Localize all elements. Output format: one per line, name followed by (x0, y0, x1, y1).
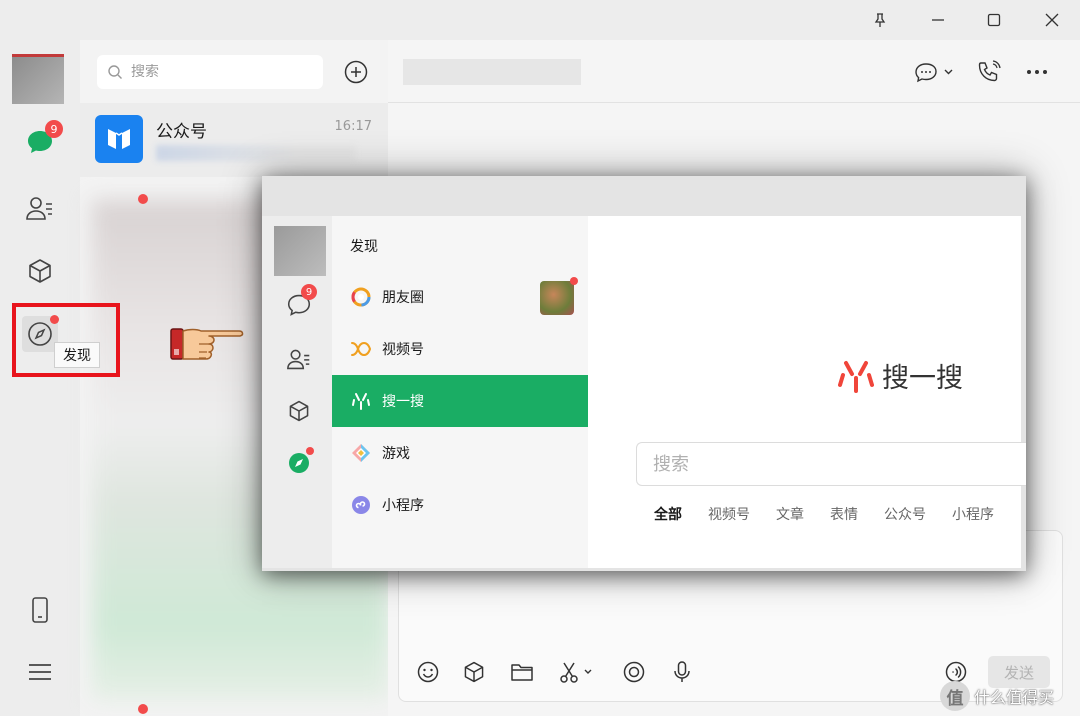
tab-articles: 文章 (776, 507, 804, 523)
search-box[interactable] (97, 55, 323, 89)
search-search-logo: 搜一搜 (838, 356, 963, 395)
unread-badge: 9 (301, 284, 317, 300)
minimize-icon[interactable] (920, 6, 956, 34)
folder-icon[interactable] (509, 659, 535, 685)
title-bar (0, 0, 1080, 40)
menu-item-search: 搜一搜 (332, 375, 588, 427)
discover-menu: 发现 朋友圈 视频号 搜一搜 游戏 小程序 (332, 216, 588, 568)
microphone-icon[interactable] (669, 659, 695, 685)
live-icon[interactable] (621, 659, 647, 685)
menu-item-label: 朋友圈 (382, 290, 424, 306)
menu-item-moments: 朋友圈 (332, 271, 588, 323)
discover-tooltip: 发现 (54, 342, 100, 368)
inset-left-rail: 9 (262, 216, 332, 568)
message-options-button[interactable] (910, 58, 958, 86)
chats-icon[interactable]: 9 (22, 120, 63, 160)
tab-stickers: 表情 (830, 507, 858, 523)
more-icon (1027, 70, 1047, 74)
moments-thumbnail (540, 281, 574, 315)
menu-item-games: 游戏 (332, 427, 588, 479)
more-button[interactable] (1024, 58, 1050, 86)
plus-icon (344, 60, 368, 84)
menu-item-label: 游戏 (382, 446, 410, 462)
games-icon (350, 442, 372, 464)
left-rail: 9 (0, 40, 80, 716)
menu-item-label: 搜一搜 (382, 394, 424, 410)
search-search-pane: 搜一搜 全部 视频号 文章 表情 公众号 小程序 (588, 216, 1026, 568)
menu-item-channels: 视频号 (332, 323, 588, 375)
chats-icon: 9 (284, 284, 317, 320)
chat-header (388, 40, 1080, 103)
chat-title-placeholder (403, 59, 581, 85)
maximize-icon[interactable] (976, 6, 1012, 34)
search-search-icon (838, 360, 874, 393)
discover-title: 发现 (350, 239, 378, 255)
phone-call-icon (978, 60, 1001, 82)
watermark: 值 什么值得买 (940, 681, 1054, 711)
contacts-icon[interactable] (22, 190, 58, 226)
search-category-tabs: 全部 视频号 文章 表情 公众号 小程序 (654, 504, 1020, 524)
favorites-icon[interactable] (461, 659, 487, 685)
unread-dot (138, 194, 148, 204)
close-icon[interactable] (1034, 6, 1070, 34)
search-input[interactable] (131, 64, 301, 80)
search-search-title: 搜一搜 (882, 363, 963, 394)
moments-icon (350, 286, 372, 308)
watermark-logo: 值 (940, 681, 970, 711)
discover-icon (284, 447, 314, 478)
chat-name: 公众号 (156, 122, 207, 142)
call-button[interactable] (974, 58, 1004, 86)
mini-program-icon (350, 494, 372, 516)
official-accounts-icon (95, 115, 143, 163)
menu-item-mini-programs: 小程序 (332, 479, 588, 531)
search-search-icon (350, 390, 372, 412)
menu-icon[interactable] (22, 654, 58, 690)
chat-row-official-accounts[interactable]: 公众号 16:17 (80, 103, 388, 177)
channels-icon (350, 338, 372, 360)
menu-item-label: 视频号 (382, 342, 424, 358)
avatar[interactable] (12, 54, 64, 104)
contacts-icon (284, 344, 314, 374)
tab-channels: 视频号 (708, 507, 750, 523)
pointing-hand-icon (169, 322, 247, 368)
screenshot-icon[interactable] (555, 659, 599, 685)
moments-dot (570, 277, 578, 285)
menu-item-label: 小程序 (382, 498, 424, 514)
chat-bubble-icon (915, 63, 953, 83)
inset-screenshot: 9 发现 朋友圈 视频号 搜一搜 游戏 小程序 搜一搜 搜索 全部 视频号 文章… (262, 176, 1026, 571)
favorites-icon[interactable] (22, 253, 58, 289)
emoji-icon[interactable] (415, 659, 441, 685)
avatar (274, 226, 326, 276)
favorites-icon (284, 396, 314, 426)
discover-dot (306, 447, 314, 455)
phone-icon[interactable] (22, 592, 58, 628)
search-search-input (636, 442, 1026, 486)
add-button[interactable] (342, 58, 370, 86)
tab-all: 全部 (654, 507, 682, 523)
chat-time: 16:17 (334, 119, 372, 134)
watermark-text: 什么值得买 (974, 688, 1055, 707)
unread-dot (138, 704, 148, 714)
tab-official-accounts: 公众号 (884, 507, 926, 523)
pin-icon[interactable] (862, 6, 898, 34)
tab-mini-programs: 小程序 (952, 507, 994, 523)
chat-preview-blurred (156, 145, 356, 161)
unread-badge: 9 (45, 120, 63, 138)
search-icon (108, 65, 122, 79)
